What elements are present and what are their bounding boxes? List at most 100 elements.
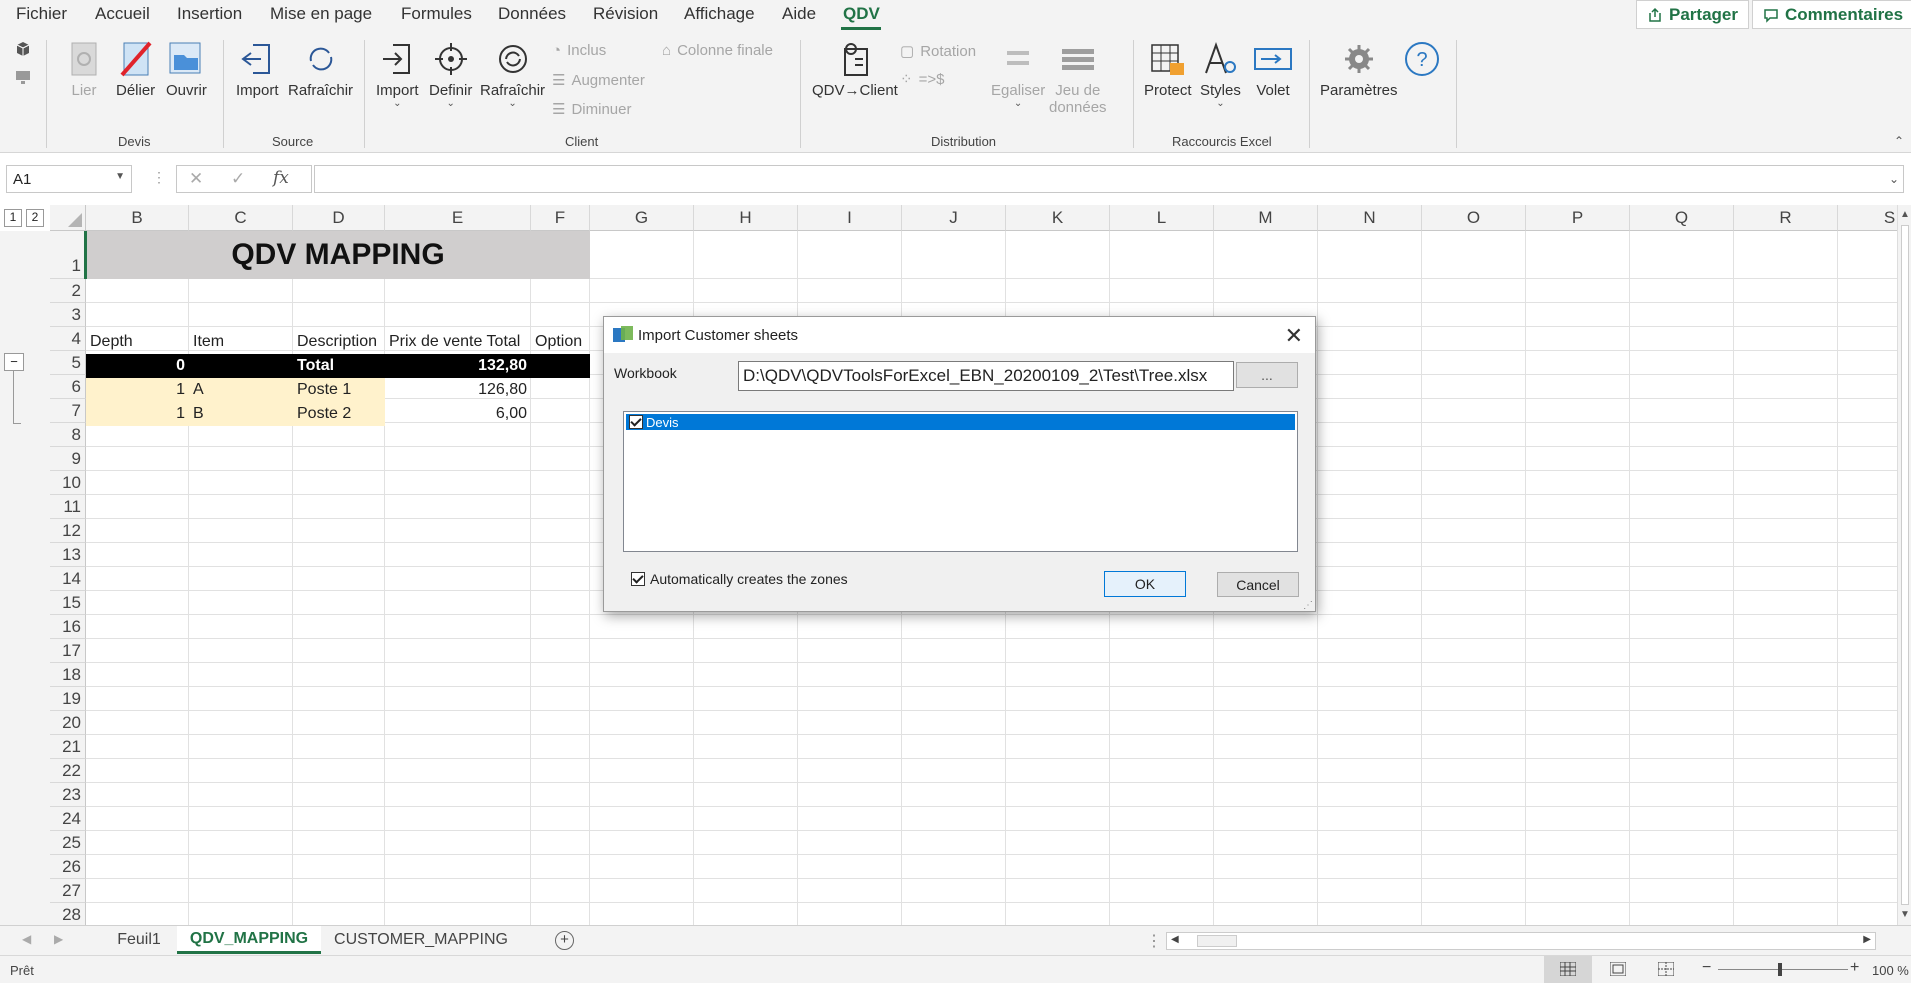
row7-depth[interactable]: 1 — [86, 402, 189, 426]
row-header[interactable]: 9 — [50, 447, 86, 471]
row-header[interactable]: 5 — [50, 351, 86, 375]
fx-icon[interactable]: fx — [273, 168, 289, 188]
delier-button[interactable]: Délier — [116, 36, 155, 99]
row-header[interactable]: 3 — [50, 303, 86, 327]
tab-feuil1[interactable]: Feuil1 — [106, 926, 172, 954]
qdv-monitor-icon[interactable] — [14, 68, 32, 86]
list-item[interactable]: Devis — [626, 414, 1295, 430]
column-header[interactable]: F — [531, 205, 590, 231]
row6-price[interactable]: 126,80 — [385, 378, 531, 402]
row7-item[interactable]: B — [189, 402, 293, 426]
row-header[interactable]: 19 — [50, 687, 86, 711]
menu-accueil[interactable]: Accueil — [95, 4, 150, 24]
confirm-icon[interactable]: ✓ — [231, 169, 245, 189]
collapse-ribbon-icon[interactable]: ⌃ — [1894, 134, 1904, 148]
jeu-de-donnees-button[interactable]: Jeu de données — [1049, 36, 1107, 116]
row-header[interactable]: 13 — [50, 543, 86, 567]
qdv-to-client-button[interactable]: QDV→Client — [812, 36, 898, 99]
page-layout-icon[interactable] — [1610, 962, 1626, 976]
total-description[interactable]: Total — [293, 354, 385, 378]
add-sheet-icon[interactable]: + — [555, 931, 574, 950]
scroll-down-icon[interactable]: ▼ — [1900, 909, 1910, 920]
row6-description[interactable]: Poste 1 — [293, 378, 385, 402]
comments-button[interactable]: Commentaires — [1752, 0, 1911, 29]
menu-qdv[interactable]: QDV — [843, 4, 880, 24]
column-header[interactable]: G — [590, 205, 694, 231]
source-refresh-button[interactable]: Rafraîchir — [288, 36, 353, 99]
column-header[interactable]: O — [1422, 205, 1526, 231]
row-header[interactable]: 17 — [50, 639, 86, 663]
menu-fichier[interactable]: Fichier — [16, 4, 67, 24]
zoom-in-icon[interactable]: + — [1850, 959, 1859, 977]
row-header[interactable]: 8 — [50, 423, 86, 447]
column-header[interactable]: J — [902, 205, 1006, 231]
total-depth[interactable]: 0 — [86, 354, 189, 378]
menu-revision[interactable]: Révision — [593, 4, 658, 24]
scroll-up-icon[interactable]: ▲ — [1900, 209, 1910, 220]
auto-zones-checkbox[interactable] — [631, 572, 645, 586]
page-break-icon[interactable] — [1658, 962, 1674, 976]
column-header[interactable]: Q — [1630, 205, 1734, 231]
row-header[interactable]: 20 — [50, 711, 86, 735]
vertical-scrollbar[interactable]: ▲ ▼ — [1897, 205, 1911, 925]
column-header[interactable]: N — [1318, 205, 1422, 231]
diminuer-button[interactable]: ☰ Diminuer — [552, 100, 631, 119]
colonne-finale-button[interactable]: ⌂ Colonne finale — [662, 42, 773, 59]
header-option[interactable]: Option — [531, 330, 590, 354]
cancel-icon[interactable]: ✕ — [189, 169, 203, 189]
tab-customer-mapping[interactable]: CUSTOMER_MAPPING — [326, 926, 516, 954]
row7-description[interactable]: Poste 2 — [293, 402, 385, 426]
scroll-right-icon[interactable]: ▶ — [1863, 934, 1871, 945]
qdv-cube-icon[interactable] — [14, 40, 32, 58]
auto-zones-option[interactable]: Automatically creates the zones — [631, 571, 848, 587]
sheet-checkbox[interactable] — [629, 415, 643, 429]
dialog-titlebar[interactable]: Import Customer sheets ✕ — [604, 317, 1315, 353]
row-header[interactable]: 27 — [50, 879, 86, 903]
workbook-path-field[interactable]: D:\QDV\QDVToolsForExcel_EBN_20200109_2\T… — [738, 361, 1234, 391]
row-header[interactable]: 12 — [50, 519, 86, 543]
row-header[interactable]: 1 — [50, 231, 86, 279]
arrow-dollar-button[interactable]: ⁘ =>$ — [900, 70, 944, 89]
row-header[interactable]: 6 — [50, 375, 86, 399]
header-description[interactable]: Description — [293, 330, 385, 354]
egaliser-button[interactable]: Egaliser ⌄ — [991, 36, 1045, 109]
lier-button[interactable]: Lier — [66, 36, 102, 99]
select-all-corner[interactable] — [50, 205, 86, 231]
sheets-list[interactable]: Devis — [623, 411, 1298, 552]
browse-button[interactable]: ... — [1236, 362, 1298, 388]
row-header[interactable]: 10 — [50, 471, 86, 495]
menu-insertion[interactable]: Insertion — [177, 4, 242, 24]
row-header[interactable]: 2 — [50, 279, 86, 303]
protect-button[interactable]: Protect — [1144, 36, 1192, 99]
name-box[interactable]: A1 ▼ — [6, 165, 132, 193]
row6-depth[interactable]: 1 — [86, 378, 189, 402]
outline-level-2-button[interactable]: 2 — [26, 209, 44, 227]
row-header[interactable]: 24 — [50, 807, 86, 831]
close-icon[interactable]: ✕ — [1285, 323, 1303, 349]
menu-formules[interactable]: Formules — [401, 4, 472, 24]
row-header[interactable]: 22 — [50, 759, 86, 783]
next-sheet-icon[interactable]: ▶ — [54, 932, 63, 946]
scroll-left-icon[interactable]: ◀ — [1171, 934, 1179, 945]
ok-button[interactable]: OK — [1104, 571, 1186, 597]
menu-donnees[interactable]: Données — [498, 4, 566, 24]
outline-level-1-button[interactable]: 1 — [4, 209, 22, 227]
sheet-title-cell[interactable]: QDV MAPPING — [86, 231, 590, 279]
column-header[interactable]: R — [1734, 205, 1838, 231]
ouvrir-button[interactable]: Ouvrir — [166, 36, 207, 99]
resize-grip-icon[interactable]: ⋰ — [1303, 600, 1313, 611]
total-price[interactable]: 132,80 — [385, 354, 531, 378]
row-header[interactable]: 7 — [50, 399, 86, 423]
row-header[interactable]: 23 — [50, 783, 86, 807]
definir-button[interactable]: Definir ⌄ — [429, 36, 472, 109]
prev-sheet-icon[interactable]: ◀ — [22, 932, 31, 946]
normal-view-button[interactable] — [1544, 956, 1592, 983]
tab-qdv-mapping[interactable]: QDV_MAPPING — [177, 926, 321, 954]
menu-aide[interactable]: Aide — [782, 4, 816, 24]
column-header[interactable]: D — [293, 205, 385, 231]
zoom-level[interactable]: 100 % — [1872, 963, 1909, 978]
row-header[interactable]: 4 — [50, 327, 86, 351]
row-header[interactable]: 26 — [50, 855, 86, 879]
inclus-button[interactable]: ◔ Inclus — [552, 42, 606, 59]
row-header[interactable]: 28 — [50, 903, 86, 927]
